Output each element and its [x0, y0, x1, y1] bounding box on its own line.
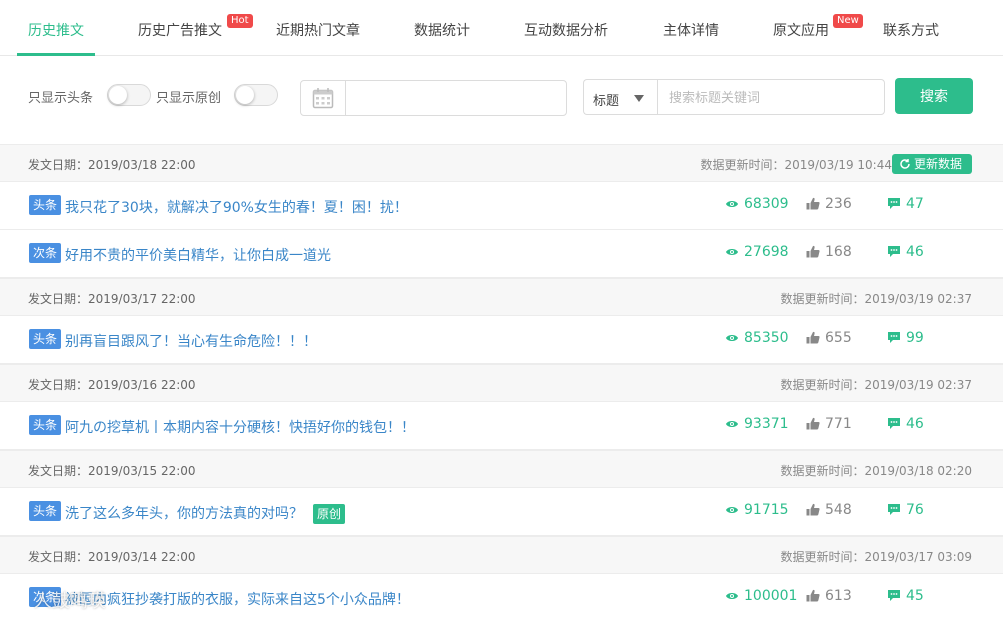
original-badge: 原创: [313, 504, 346, 524]
article-row: 次条 被国内疯狂抄袭打版的衣服，实际来自这5个小众品牌！ 100001 613 …: [0, 574, 1003, 621]
nav-tabs: 历史推文 历史广告推文 Hot 近期热门文章 数据统计 互动数据分析 主体详情 …: [0, 0, 1003, 56]
watermark: 人鼓鸣瑛: [6, 587, 106, 615]
comment-icon: [888, 332, 900, 343]
tab-history-ad-posts[interactable]: 历史广告推文: [138, 20, 222, 40]
select-value: 标题: [593, 94, 620, 109]
filter-bar: 只显示头条 只显示原创 标题 搜索: [0, 56, 1003, 144]
tab-history-posts[interactable]: 历史推文: [28, 20, 84, 40]
comment-icon: [888, 246, 900, 257]
publish-date: 发文日期：2019/03/17 22:00: [28, 292, 196, 306]
hot-badge: Hot: [227, 14, 253, 28]
read-count: 27698: [725, 244, 789, 260]
read-count: 100001: [725, 588, 797, 604]
tab-original-app[interactable]: 原文应用: [773, 20, 829, 40]
article-row: 头条 我只花了30块，就解决了90%女生的春！夏！困！扰！ 68309 236 …: [0, 182, 1003, 230]
date-header: 发文日期：2019/03/18 22:00 数据更新时间：2019/03/19 …: [0, 144, 1003, 182]
article-row: 头条 别再盲目跟风了！当心有生命危险！！！ 85350 655 99: [0, 316, 1003, 364]
like-count: 771: [806, 416, 852, 432]
eye-icon: [726, 593, 738, 599]
thumbs-up-icon: [806, 417, 820, 430]
date-header: 发文日期：2019/03/14 22:00 数据更新时间：2019/03/17 …: [0, 536, 1003, 574]
thumbs-up-icon: [806, 331, 820, 344]
date-header: 发文日期：2019/03/15 22:00 数据更新时间：2019/03/18 …: [0, 450, 1003, 488]
publish-date: 发文日期：2019/03/16 22:00: [28, 378, 196, 392]
update-time: 数据更新时间：2019/03/18 02:20: [780, 464, 972, 478]
eye-icon: [726, 335, 738, 341]
like-count: 655: [806, 330, 852, 346]
article-row: 次条 好用不贵的平价美白精华，让你白成一道光 27698 168 46: [0, 230, 1003, 278]
only-original-toggle[interactable]: [234, 84, 278, 106]
search-input[interactable]: [657, 79, 885, 115]
article-title-link[interactable]: 阿九の挖草机丨本期内容十分硬核！快捂好你的钱包！！: [65, 417, 415, 437]
position-tag: 头条: [29, 329, 62, 349]
tab-recent-hot-articles[interactable]: 近期热门文章: [276, 20, 360, 40]
update-time: 数据更新时间：2019/03/17 03:09: [780, 550, 972, 564]
article-title-link[interactable]: 我只花了30块，就解决了90%女生的春！夏！困！扰！: [65, 197, 408, 217]
read-count: 68309: [725, 196, 789, 212]
article-row: 头条 洗了这么多年头，你的方法真的对吗？ 原创 91715 548 76: [0, 488, 1003, 536]
refresh-icon: [900, 159, 910, 169]
date-input[interactable]: [347, 81, 565, 115]
like-count: 168: [806, 244, 852, 260]
read-count: 91715: [725, 502, 789, 518]
date-header: 发文日期：2019/03/17 22:00 数据更新时间：2019/03/19 …: [0, 278, 1003, 316]
update-time: 数据更新时间：2019/03/19 10:44: [700, 158, 892, 172]
date-header: 发文日期：2019/03/16 22:00 数据更新时间：2019/03/19 …: [0, 364, 1003, 402]
update-time: 数据更新时间：2019/03/19 02:37: [780, 292, 972, 306]
tab-data-stats[interactable]: 数据统计: [414, 20, 470, 40]
new-badge: New: [833, 14, 863, 28]
date-picker[interactable]: [300, 80, 567, 116]
eye-icon: [726, 421, 738, 427]
article-row: 头条 阿九の挖草机丨本期内容十分硬核！快捂好你的钱包！！ 93371 771 4…: [0, 402, 1003, 450]
article-title-link[interactable]: 别再盲目跟风了！当心有生命危险！！！: [65, 331, 317, 351]
position-tag: 头条: [29, 501, 62, 521]
eye-icon: [726, 201, 738, 207]
article-title-link[interactable]: 洗了这么多年头，你的方法真的对吗？ 原创: [65, 503, 346, 524]
only-headline-toggle[interactable]: [107, 84, 151, 106]
article-title-link[interactable]: 好用不贵的平价美白精华，让你白成一道光: [65, 245, 331, 265]
thumbs-up-icon: [806, 197, 820, 210]
comment-icon: [888, 418, 900, 429]
comment-count: 45: [887, 588, 924, 604]
thumbs-up-icon: [806, 503, 820, 516]
tab-interaction-analysis[interactable]: 互动数据分析: [524, 20, 608, 40]
only-original-label: 只显示原创: [156, 91, 222, 106]
article-list: 发文日期：2019/03/18 22:00 数据更新时间：2019/03/19 …: [0, 144, 1003, 621]
comment-count: 46: [887, 416, 924, 432]
tab-entity-details[interactable]: 主体详情: [663, 20, 719, 40]
calendar-icon[interactable]: [301, 81, 346, 115]
refresh-data-button[interactable]: 更新数据: [892, 154, 972, 174]
like-count: 236: [806, 196, 852, 212]
search-field-select[interactable]: 标题: [583, 79, 657, 115]
update-time: 数据更新时间：2019/03/19 02:37: [780, 378, 972, 392]
comment-icon: [888, 504, 900, 515]
publish-date: 发文日期：2019/03/18 22:00: [28, 158, 196, 172]
comment-count: 99: [887, 330, 924, 346]
comment-icon: [888, 590, 900, 601]
eye-icon: [726, 507, 738, 513]
eye-icon: [726, 249, 738, 255]
search-button[interactable]: 搜索: [895, 78, 973, 114]
position-tag: 头条: [29, 415, 62, 435]
like-count: 613: [806, 588, 852, 604]
comment-icon: [888, 198, 900, 209]
only-headline-label: 只显示头条: [28, 91, 94, 106]
tab-contact[interactable]: 联系方式: [883, 20, 939, 40]
thumbs-up-icon: [806, 589, 820, 602]
comment-count: 46: [887, 244, 924, 260]
watermark-logo-icon: [7, 590, 27, 610]
read-count: 85350: [725, 330, 789, 346]
publish-date: 发文日期：2019/03/14 22:00: [28, 550, 196, 564]
read-count: 93371: [725, 416, 789, 432]
comment-count: 76: [887, 502, 924, 518]
position-tag: 头条: [29, 195, 62, 215]
article-title-link[interactable]: 被国内疯狂抄袭打版的衣服，实际来自这5个小众品牌！: [65, 589, 410, 609]
comment-count: 47: [887, 196, 924, 212]
like-count: 548: [806, 502, 852, 518]
position-tag: 次条: [29, 243, 62, 263]
thumbs-up-icon: [806, 245, 820, 258]
dropdown-arrow-icon: [634, 95, 644, 102]
publish-date: 发文日期：2019/03/15 22:00: [28, 464, 196, 478]
